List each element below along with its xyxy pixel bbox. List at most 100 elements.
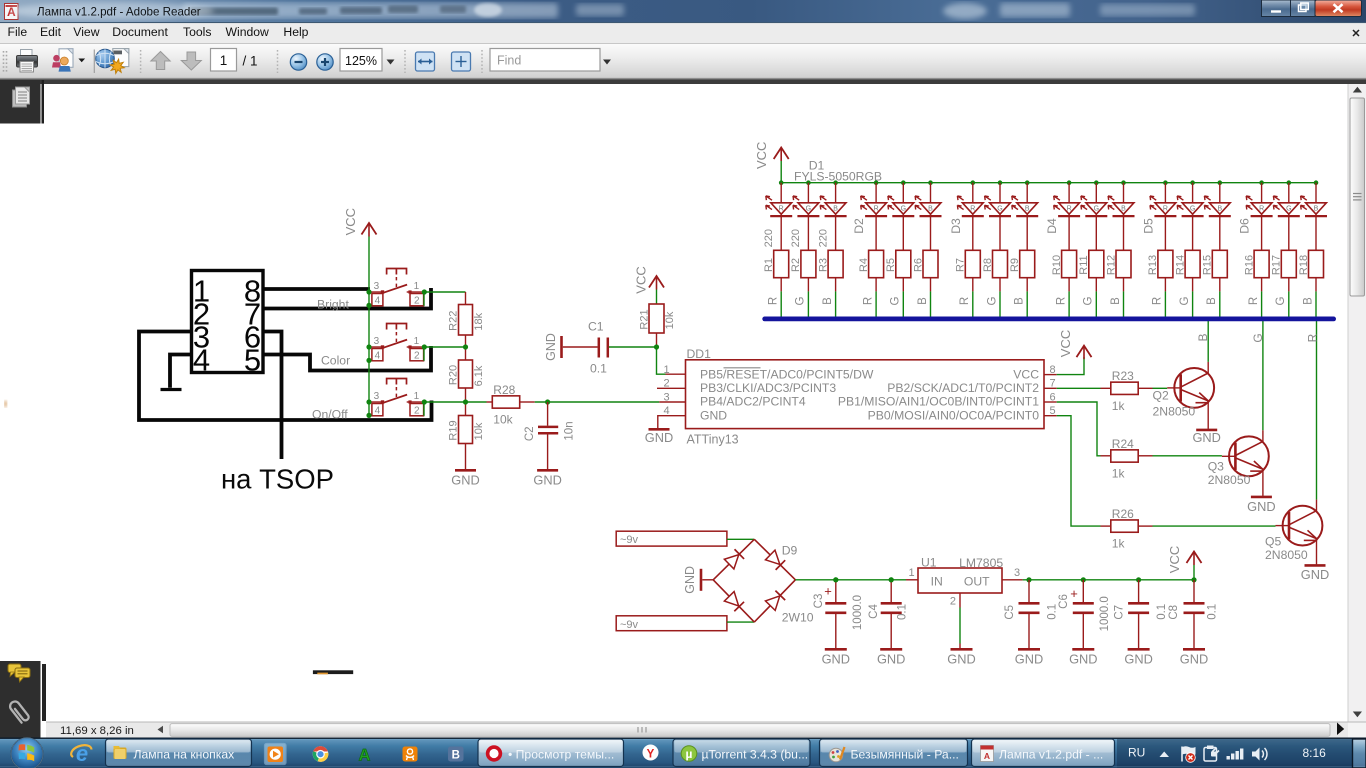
svg-text:RU: RU: [1128, 746, 1145, 760]
svg-text:G: G: [1286, 205, 1291, 212]
svg-text:10k: 10k: [473, 422, 485, 440]
svg-text:R: R: [1067, 205, 1072, 212]
svg-text:VCC: VCC: [1013, 367, 1039, 381]
svg-text:GND: GND: [683, 566, 697, 594]
svg-text:B: B: [1121, 205, 1126, 212]
svg-text:G: G: [1083, 296, 1095, 305]
svg-text:R1: R1: [763, 258, 775, 272]
svg-text:DD1: DD1: [687, 347, 712, 361]
svg-text:R: R: [1259, 205, 1264, 212]
svg-text:✕: ✕: [1351, 28, 1360, 40]
svg-text:B: B: [928, 205, 933, 212]
svg-text:/ 1: / 1: [243, 54, 258, 69]
svg-text:Window: Window: [226, 25, 270, 39]
svg-text:View: View: [73, 25, 99, 39]
svg-text:4: 4: [375, 406, 381, 417]
svg-text:1: 1: [909, 567, 915, 579]
svg-text:3: 3: [1014, 567, 1020, 579]
svg-text:A: A: [359, 747, 371, 765]
svg-text:0.1: 0.1: [1046, 604, 1058, 620]
svg-text:2W10: 2W10: [782, 611, 814, 625]
svg-text:1000.0: 1000.0: [852, 595, 864, 630]
svg-text:R24: R24: [1112, 437, 1134, 451]
svg-text:GND: GND: [544, 333, 558, 361]
svg-text:GND: GND: [451, 473, 479, 488]
svg-text:G: G: [890, 296, 902, 305]
svg-text:R6: R6: [912, 258, 924, 272]
svg-text:B: B: [1206, 297, 1218, 305]
svg-text:R13: R13: [1147, 255, 1159, 275]
svg-text:R: R: [1152, 297, 1164, 305]
svg-text:GND: GND: [1301, 567, 1329, 582]
svg-text:4: 4: [375, 351, 381, 362]
svg-text:D5: D5: [1141, 218, 1155, 234]
svg-text:GND: GND: [533, 473, 561, 488]
svg-text:G: G: [806, 205, 811, 212]
svg-text:2: 2: [663, 378, 669, 390]
svg-text:R: R: [959, 297, 971, 305]
svg-text:C6: C6: [1058, 594, 1070, 609]
svg-text:D4: D4: [1045, 218, 1059, 234]
svg-text:4: 4: [663, 405, 669, 417]
svg-text:3: 3: [374, 391, 380, 402]
svg-text:2N8050: 2N8050: [1153, 404, 1196, 418]
svg-text:D2: D2: [852, 218, 866, 234]
svg-text:~9v: ~9v: [620, 534, 639, 546]
svg-text:GND: GND: [1192, 430, 1220, 445]
svg-text:VCC: VCC: [1167, 546, 1182, 573]
svg-text:Q5: Q5: [1265, 535, 1281, 549]
svg-text:A: A: [984, 751, 990, 761]
svg-text:10n: 10n: [563, 421, 575, 440]
svg-text:R15: R15: [1202, 255, 1214, 275]
svg-text:LM7805: LM7805: [959, 556, 1003, 570]
svg-text:R5: R5: [885, 258, 897, 272]
svg-text:VCC: VCC: [634, 266, 649, 293]
svg-text:C8: C8: [1168, 605, 1180, 620]
svg-text:0.1: 0.1: [896, 604, 908, 620]
svg-text:Безымянный - Ра...: Безымянный - Ра...: [851, 747, 959, 761]
svg-text:U1: U1: [921, 556, 937, 570]
svg-text:1: 1: [414, 281, 420, 292]
svg-text:C5: C5: [1004, 605, 1016, 620]
svg-text:Color: Color: [321, 354, 350, 368]
svg-text:B: B: [1196, 333, 1210, 341]
svg-text:Лампа v1.2.pdf - ...: Лампа v1.2.pdf - ...: [999, 747, 1103, 761]
svg-text:6.1k: 6.1k: [473, 365, 485, 386]
svg-text:File: File: [8, 25, 28, 39]
svg-text:R28: R28: [493, 383, 515, 397]
svg-text:PB0/MOSI/AIN0/OC0A/PCINT0: PB0/MOSI/AIN0/OC0A/PCINT0: [868, 408, 1040, 422]
svg-text:GND: GND: [947, 651, 975, 666]
svg-text:R26: R26: [1112, 507, 1134, 521]
svg-text:R10: R10: [1051, 255, 1063, 275]
svg-text:GND: GND: [1247, 499, 1275, 514]
svg-text:GND: GND: [1015, 651, 1043, 666]
svg-text:2: 2: [414, 296, 420, 307]
svg-text:µTorrent 3.4.3 (bu...: µTorrent 3.4.3 (bu...: [702, 747, 809, 761]
svg-text:на TSOP: на TSOP: [221, 464, 334, 495]
svg-text:R2: R2: [790, 258, 802, 272]
svg-text:G: G: [986, 296, 998, 305]
svg-text:B: B: [833, 205, 838, 212]
svg-text:R: R: [1055, 297, 1067, 305]
svg-text:R11: R11: [1078, 255, 1090, 274]
svg-text:R: R: [874, 205, 879, 212]
svg-text:B: B: [1217, 205, 1222, 212]
svg-text:D3: D3: [949, 218, 963, 234]
svg-text:B: B: [917, 297, 929, 305]
svg-text:5: 5: [244, 343, 261, 378]
svg-text:C3: C3: [813, 594, 825, 609]
svg-text:B: B: [1014, 297, 1026, 305]
svg-text:Help: Help: [283, 25, 308, 39]
svg-text:VCC: VCC: [343, 208, 358, 235]
svg-text:GND: GND: [645, 430, 673, 445]
svg-text:R: R: [768, 297, 780, 305]
svg-text:R3: R3: [817, 258, 829, 272]
svg-text:220: 220: [790, 229, 802, 247]
svg-text:10k: 10k: [493, 413, 513, 427]
svg-text:0.1: 0.1: [1206, 604, 1218, 620]
svg-text:0.1: 0.1: [590, 362, 607, 376]
svg-text:PB1/MISO/AIN1/OC0B/INT0/PCINT1: PB1/MISO/AIN1/OC0B/INT0/PCINT1: [838, 395, 1039, 409]
svg-text:VCC: VCC: [754, 142, 769, 169]
svg-text:R19: R19: [447, 420, 459, 440]
svg-text:R16: R16: [1243, 255, 1255, 275]
